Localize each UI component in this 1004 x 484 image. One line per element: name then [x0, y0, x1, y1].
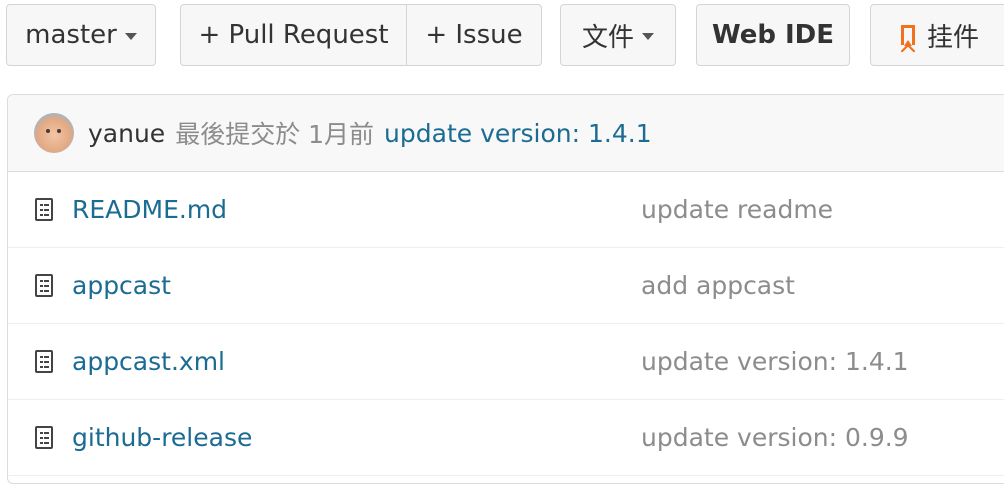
file-name-link[interactable]: github-release — [72, 400, 252, 476]
caret-down-icon — [124, 32, 137, 40]
file-row: appcast.xml update version: 1.4.1 — [8, 324, 1004, 400]
bookmark-icon — [900, 25, 915, 52]
plugin-label: 挂件 — [926, 22, 979, 53]
file-row: appcast add appcast — [8, 248, 1004, 324]
file-name-link[interactable]: appcast.xml — [72, 324, 225, 400]
caret-down-icon — [642, 32, 654, 40]
branch-label: master — [25, 20, 117, 50]
file-text-icon — [35, 426, 53, 449]
file-commit-message[interactable]: add appcast — [641, 248, 795, 324]
avatar[interactable] — [34, 113, 74, 153]
file-row: README.md update readme — [8, 172, 1004, 248]
issue-label: + Issue — [425, 20, 523, 50]
commit-author[interactable]: yanue — [88, 119, 165, 148]
web-ide-label: Web IDE — [711, 20, 835, 50]
file-commit-message[interactable]: update version: 0.9.9 — [641, 400, 909, 476]
plugin-button[interactable]: 挂件 — [870, 4, 1004, 66]
file-commit-message[interactable]: update readme — [641, 172, 833, 248]
create-button-group: + Pull Request + Issue — [180, 4, 542, 66]
file-name-link[interactable]: appcast — [72, 248, 171, 324]
pull-request-label: + Pull Request — [198, 20, 389, 50]
issue-button[interactable]: + Issue — [407, 5, 541, 65]
file-text-icon — [35, 274, 53, 297]
file-text-icon — [35, 198, 53, 221]
files-label: 文件 — [581, 22, 634, 53]
file-name-link[interactable]: README.md — [72, 172, 227, 248]
commit-meta: 最後提交於 1月前 — [175, 120, 375, 149]
web-ide-button[interactable]: Web IDE — [696, 4, 850, 66]
file-commit-message[interactable]: update version: 1.4.1 — [641, 324, 909, 400]
commit-message-link[interactable]: update version: 1.4.1 — [384, 119, 652, 148]
file-text-icon — [35, 350, 53, 373]
pull-request-button[interactable]: + Pull Request — [181, 5, 407, 65]
file-list-panel: yanue 最後提交於 1月前 update version: 1.4.1 RE… — [7, 94, 1004, 484]
files-dropdown-button[interactable]: 文件 — [560, 4, 676, 66]
branch-select-button[interactable]: master — [6, 4, 156, 66]
file-row: github-release update version: 0.9.9 — [8, 400, 1004, 476]
latest-commit-bar: yanue 最後提交於 1月前 update version: 1.4.1 — [8, 95, 1004, 172]
